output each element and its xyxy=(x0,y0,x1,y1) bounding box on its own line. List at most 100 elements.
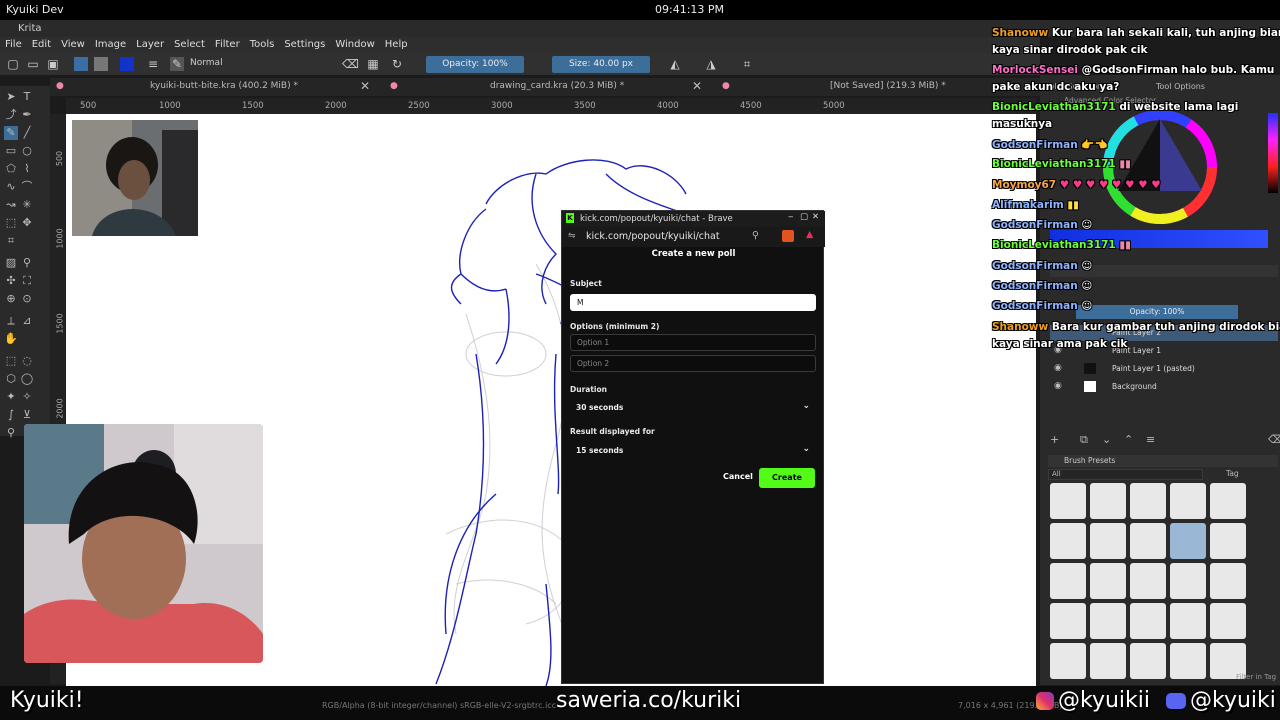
zoom-tool-icon[interactable]: ⚲ xyxy=(4,426,18,440)
brush-preset[interactable] xyxy=(1130,643,1166,679)
brush-preset[interactable] xyxy=(1210,603,1246,639)
blend-mode-select[interactable]: Normal xyxy=(190,58,223,68)
brush-preset[interactable] xyxy=(1170,643,1206,679)
menu-filter[interactable]: Filter xyxy=(210,37,245,52)
contiguous-select-icon[interactable]: ✦ xyxy=(4,390,18,404)
new-file-icon[interactable]: ▢ xyxy=(6,57,20,71)
move-down-icon[interactable]: ⌄ xyxy=(1102,433,1111,446)
close-tab-icon[interactable]: ✕ xyxy=(360,79,370,93)
brush-preset[interactable] xyxy=(1090,643,1126,679)
reload-icon[interactable]: ↻ xyxy=(390,57,404,71)
maximize-icon[interactable]: ▢ xyxy=(800,212,808,222)
option-1-input[interactable]: Option 1 xyxy=(570,334,816,351)
alpha-lock-icon[interactable]: ▦ xyxy=(366,57,380,71)
measure-tool-icon[interactable]: ⟂ xyxy=(4,314,18,328)
move-tool-icon[interactable]: ✥ xyxy=(20,216,34,230)
dynamic-brush-icon[interactable]: ↝ xyxy=(4,198,18,212)
freehand-select-icon[interactable]: ◯ xyxy=(20,372,34,386)
minimize-icon[interactable]: ‒ xyxy=(788,212,793,222)
brush-preset[interactable] xyxy=(1130,523,1166,559)
filter-in-tag-checkbox[interactable]: Filter in Tag xyxy=(1236,673,1276,681)
bezier-select-icon[interactable]: ∫ xyxy=(4,408,18,422)
brush-filter-select[interactable]: All xyxy=(1048,469,1203,480)
brush-settings-icon[interactable]: ≡ xyxy=(146,57,160,71)
move-up-icon[interactable]: ⌃ xyxy=(1124,433,1133,446)
ellipse-tool-icon[interactable]: ○ xyxy=(20,144,34,158)
brush-preset[interactable] xyxy=(1050,483,1086,519)
reference-tool-icon[interactable]: ⊙ xyxy=(20,292,34,306)
eye-icon[interactable]: ◉ xyxy=(1054,381,1062,391)
url-text[interactable]: kick.com/popout/kyuiki/chat xyxy=(586,231,720,242)
option-2-input[interactable]: Option 2 xyxy=(570,355,816,372)
rect-select-icon[interactable]: ⬚ xyxy=(4,354,18,368)
eraser-icon[interactable]: ⌫ xyxy=(342,57,359,71)
assistant-tool-icon[interactable]: ⊕ xyxy=(4,292,18,306)
polygon-tool-icon[interactable]: ⬠ xyxy=(4,162,18,176)
pattern-icon[interactable] xyxy=(94,57,108,71)
brush-preset[interactable] xyxy=(1130,603,1166,639)
ruler-tool-icon[interactable]: ⊿ xyxy=(20,314,34,328)
crop-icon[interactable]: ⌗ xyxy=(740,57,754,71)
menu-view[interactable]: View xyxy=(56,37,90,52)
pan-tool-icon[interactable]: ✋ xyxy=(4,332,18,346)
menu-select[interactable]: Select xyxy=(169,37,210,52)
smart-patch-icon[interactable]: ✣ xyxy=(4,274,18,288)
site-settings-icon[interactable]: ⇋ xyxy=(568,231,576,241)
calligraphy-icon[interactable]: ✒ xyxy=(20,108,34,122)
brush-preset[interactable] xyxy=(1130,483,1166,519)
edit-shapes-icon[interactable]: ⤴ xyxy=(4,108,18,122)
open-file-icon[interactable]: ▭ xyxy=(26,57,40,71)
tab-drawing-card[interactable]: drawing_card.kra (20.3 MiB) * xyxy=(490,81,624,91)
layer-row[interactable]: ◉ Background xyxy=(1050,379,1278,395)
eye-icon[interactable]: ◉ xyxy=(1054,363,1062,373)
freehand-brush-icon[interactable]: ✎ xyxy=(4,126,18,140)
color-picker-icon[interactable]: ⚲ xyxy=(20,256,34,270)
cancel-button[interactable]: Cancel xyxy=(723,472,753,481)
mirror-vertical-icon[interactable]: ◮ xyxy=(704,57,718,71)
brave-shields-icon[interactable] xyxy=(782,230,794,242)
browser-url-bar[interactable]: ⇋ kick.com/popout/kyuiki/chat ⚲ ▲ xyxy=(562,227,825,247)
brush-preset-icon[interactable]: ✎ xyxy=(170,57,184,71)
create-button[interactable]: Create xyxy=(759,468,815,488)
brush-preset[interactable] xyxy=(1170,563,1206,599)
zoom-icon[interactable]: ⚲ xyxy=(752,230,759,241)
gradient-tool-icon[interactable]: ▨ xyxy=(4,256,18,270)
fill-tool-icon[interactable]: ⛶ xyxy=(20,274,34,288)
brush-preset-selected[interactable] xyxy=(1170,523,1206,559)
line-tool-icon[interactable]: ╱ xyxy=(20,126,34,140)
opacity-slider[interactable]: Opacity: 100% xyxy=(426,56,524,73)
subject-input[interactable]: M xyxy=(570,294,816,311)
brush-preset[interactable] xyxy=(1050,563,1086,599)
result-duration-select[interactable]: 15 seconds ⌄ xyxy=(570,442,816,460)
transform-tool-icon[interactable]: ⬚ xyxy=(4,216,18,230)
menu-layer[interactable]: Layer xyxy=(131,37,169,52)
menu-image[interactable]: Image xyxy=(90,37,131,52)
color-strip[interactable] xyxy=(1268,113,1278,193)
rectangle-tool-icon[interactable]: ▭ xyxy=(4,144,18,158)
menu-file[interactable]: File xyxy=(0,37,27,52)
select-shapes-icon[interactable]: ➤ xyxy=(4,90,18,104)
text-tool-icon[interactable]: T xyxy=(20,90,34,104)
brush-preset[interactable] xyxy=(1210,483,1246,519)
menu-window[interactable]: Window xyxy=(330,37,379,52)
mirror-horizontal-icon[interactable]: ◭ xyxy=(668,57,682,71)
brush-preset[interactable] xyxy=(1050,603,1086,639)
freehand-path-icon[interactable]: ⌒ xyxy=(20,180,34,194)
brush-preset[interactable] xyxy=(1130,563,1166,599)
size-slider[interactable]: Size: 40.00 px xyxy=(552,56,650,73)
brush-preset[interactable] xyxy=(1090,483,1126,519)
ellipse-select-icon[interactable]: ◌ xyxy=(20,354,34,368)
polyline-tool-icon[interactable]: ⌇ xyxy=(20,162,34,176)
menu-tools[interactable]: Tools xyxy=(245,37,280,52)
duplicate-layer-icon[interactable]: ⧉ xyxy=(1080,433,1088,447)
layer-row[interactable]: ◉ Paint Layer 1 (pasted) xyxy=(1050,361,1278,377)
layer-properties-icon[interactable]: ≡ xyxy=(1146,433,1155,446)
menu-edit[interactable]: Edit xyxy=(27,37,56,52)
menu-help[interactable]: Help xyxy=(380,37,413,52)
polygon-select-icon[interactable]: ⬡ xyxy=(4,372,18,386)
brush-preset[interactable] xyxy=(1090,523,1126,559)
brave-rewards-icon[interactable]: ▲ xyxy=(806,229,813,240)
brush-preset[interactable] xyxy=(1090,563,1126,599)
brush-tag-button[interactable]: Tag xyxy=(1226,469,1239,478)
brush-preset[interactable] xyxy=(1090,603,1126,639)
